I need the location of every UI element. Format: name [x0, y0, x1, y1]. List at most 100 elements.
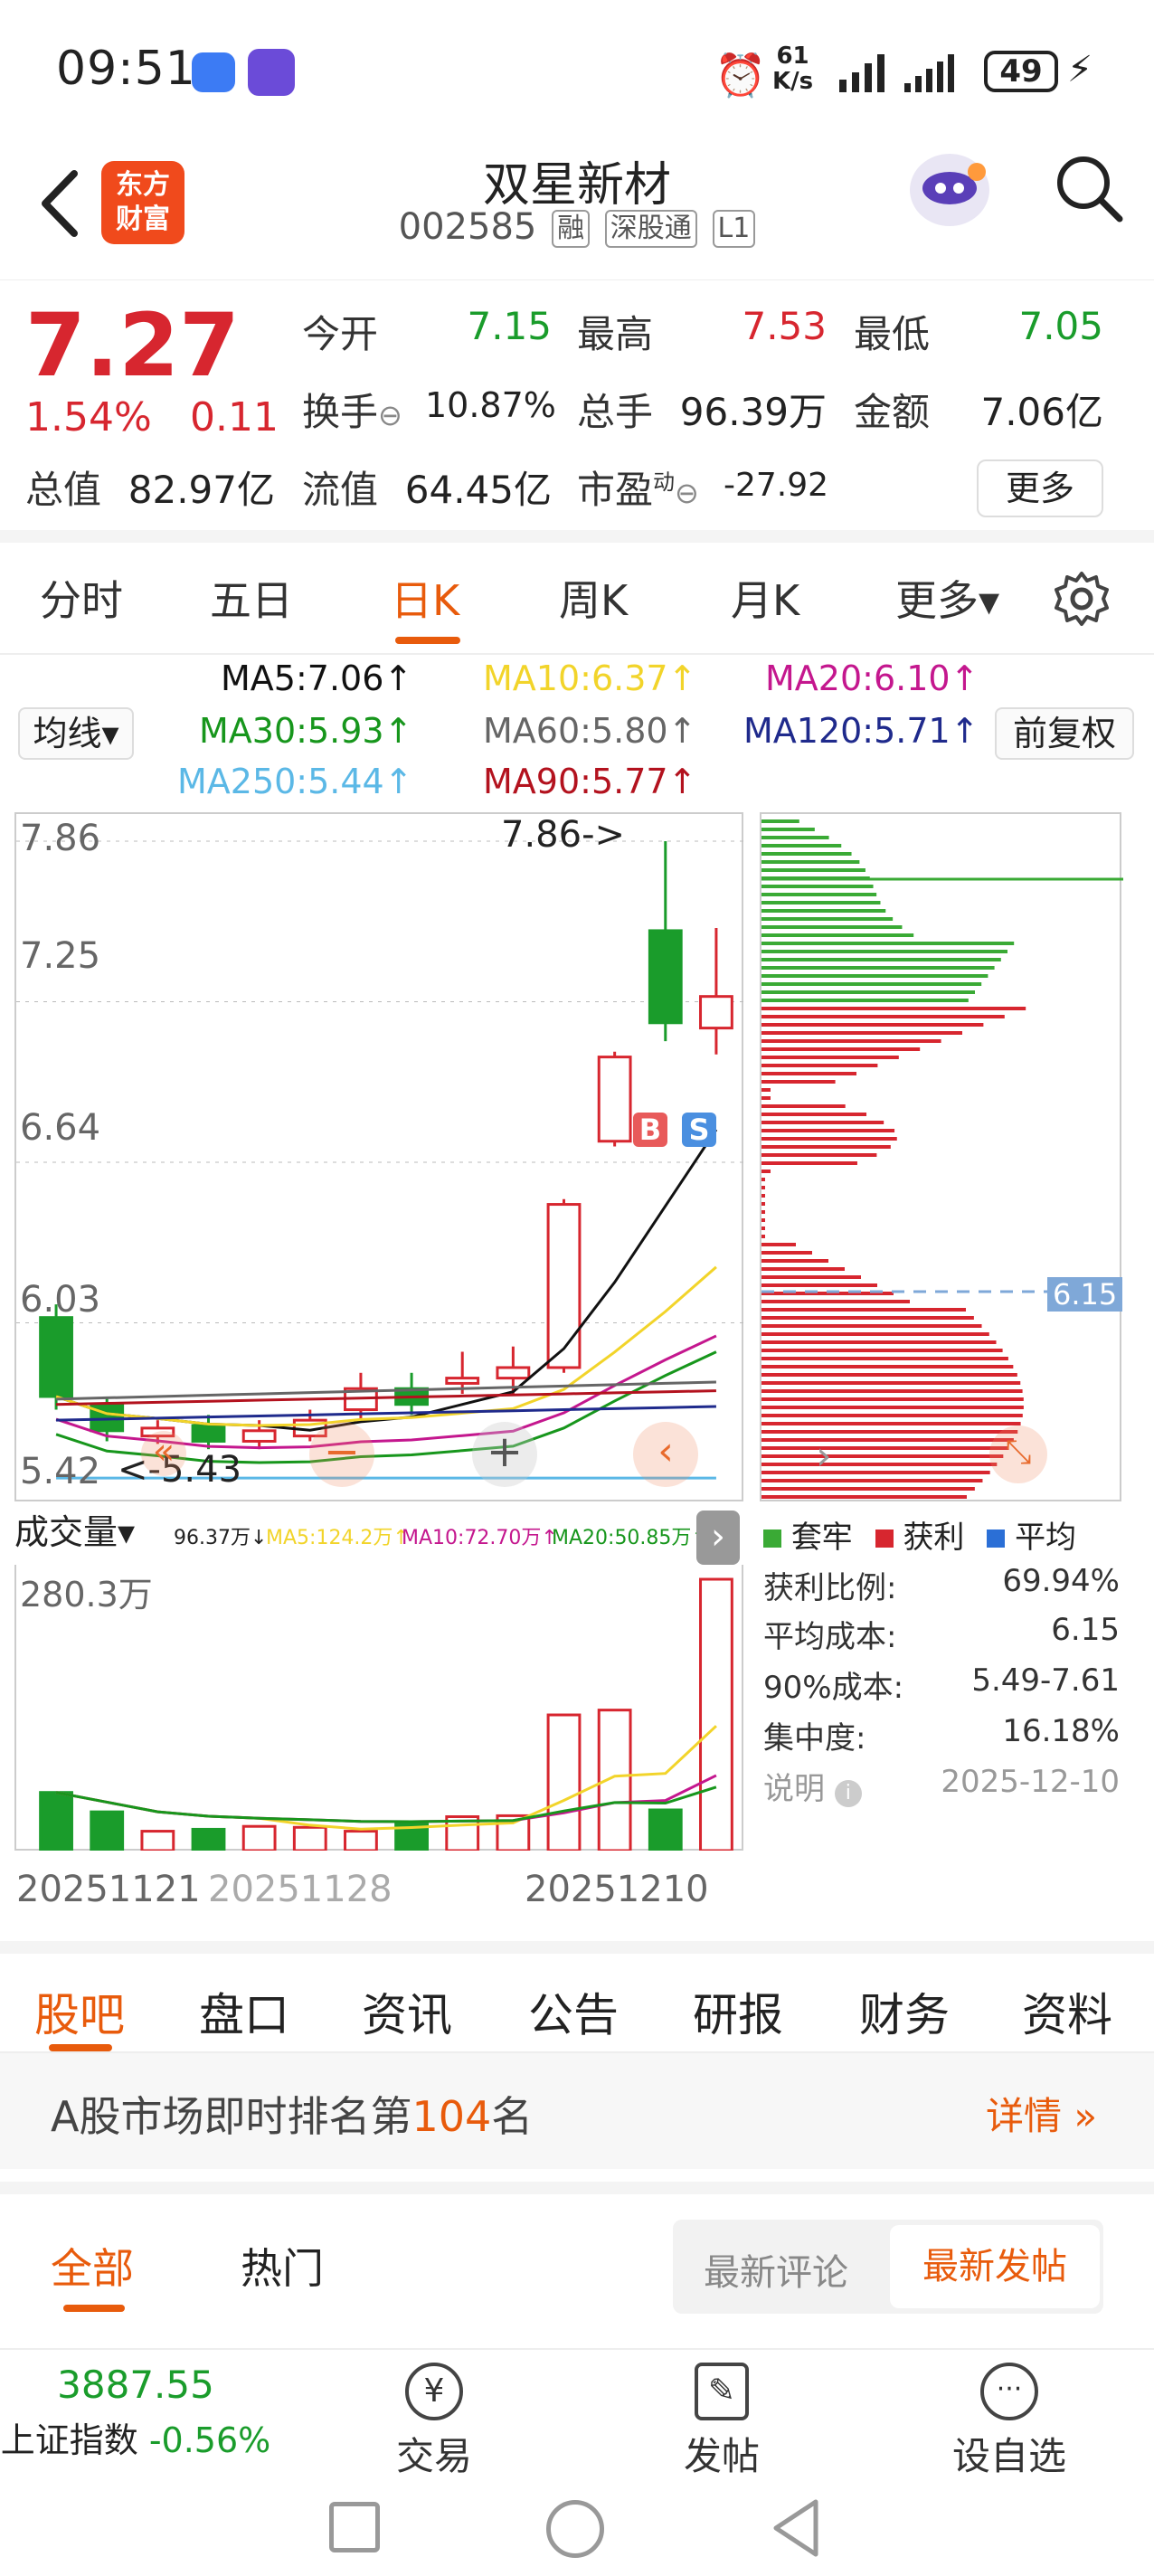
candle-body — [496, 1366, 531, 1380]
chip-bar — [761, 1113, 867, 1116]
chip-distribution[interactable]: 6.15 › ⤡ — [760, 812, 1123, 1501]
high-value: 7.53 — [742, 304, 827, 348]
sort-latest-post[interactable]: 最新发帖 — [890, 2225, 1100, 2308]
stock-code: 002585 — [398, 206, 537, 248]
expand-right-icon[interactable]: › — [816, 1433, 832, 1479]
zoom-out-icon[interactable]: − — [309, 1422, 374, 1487]
zoom-in-icon[interactable]: + — [472, 1422, 537, 1487]
chip-bar — [761, 958, 1001, 961]
price-tick-5: 5.42 — [20, 1451, 101, 1492]
date-tick-3: 20251210 — [525, 1869, 709, 1910]
chip-bar — [761, 1349, 1003, 1352]
more-button[interactable]: 更多 — [977, 459, 1103, 517]
volume-indicator-select[interactable]: 成交量▾ — [14, 1509, 166, 1559]
chip-bar — [761, 1316, 974, 1320]
edit-icon: ✎ — [695, 2363, 749, 2420]
chip-bar — [761, 982, 982, 986]
chip-bar — [761, 1137, 897, 1141]
tab-intraday[interactable]: 分时 — [40, 568, 123, 628]
home-icon[interactable] — [546, 2500, 604, 2558]
tab-five-day[interactable]: 五日 — [210, 568, 293, 628]
concentration-value: 16.18% — [1002, 1713, 1120, 1749]
robot-assistant-icon[interactable] — [904, 145, 995, 235]
turnover-value: 10.87% — [425, 385, 556, 425]
tab-forum[interactable]: 股吧 — [34, 1979, 125, 2044]
volume-ma20: MA20:50.85万↑ — [552, 1527, 708, 1549]
expand-indicators-icon[interactable]: › — [696, 1511, 740, 1565]
ma10-label: MA10:6.37↑ — [483, 658, 697, 698]
candle-body — [241, 1429, 277, 1443]
price-tick-4: 6.03 — [20, 1279, 101, 1321]
back-nav-icon[interactable] — [767, 2496, 825, 2560]
amount-label: 金额 — [854, 390, 931, 434]
chip-bar — [761, 1104, 846, 1108]
trade-button[interactable]: ¥ 交易 — [380, 2363, 488, 2481]
chip-bar — [761, 1267, 845, 1271]
explain-link[interactable]: 说明 i — [763, 1764, 862, 1808]
kline-svg — [16, 840, 745, 1480]
chip-bar — [761, 836, 829, 839]
period-tabs: 分时 五日 日K 周K 月K 更多▾ — [0, 543, 1154, 655]
chip-bar — [761, 1088, 771, 1092]
search-icon[interactable] — [1053, 152, 1125, 224]
tab-news[interactable]: 资讯 — [362, 1979, 452, 2044]
chip-bar — [761, 1194, 765, 1198]
add-watchlist-button[interactable]: ··· 设自选 — [946, 2363, 1073, 2481]
tab-weekly-k[interactable]: 周K — [559, 568, 628, 628]
chip-bar — [761, 1438, 1014, 1442]
filter-all[interactable]: 全部 — [51, 2236, 134, 2296]
chip-bar — [761, 852, 852, 856]
tab-announcements[interactable]: 公告 — [528, 1979, 619, 2044]
change-pct: 1.54% — [25, 394, 152, 440]
rank-banner[interactable]: A股市场即时排名第104名 详情 » — [0, 2053, 1154, 2169]
tag-level: L1 — [712, 210, 756, 248]
tab-financials[interactable]: 财务 — [859, 1979, 950, 2044]
pan-left-icon[interactable]: « — [141, 1431, 186, 1476]
volume-value: 96.39万 — [679, 390, 827, 434]
chip-bar — [761, 819, 799, 823]
chip-bar — [761, 1324, 982, 1328]
tab-monthly-k[interactable]: 月K — [731, 568, 799, 628]
sell-marker[interactable]: S — [682, 1113, 716, 1147]
volume-chart[interactable]: 280.3万 — [14, 1565, 743, 1852]
tab-more[interactable]: 更多▾ — [895, 568, 999, 628]
recents-icon[interactable] — [329, 2502, 380, 2552]
chip-bar — [761, 933, 914, 937]
chip-bar — [761, 990, 975, 994]
tab-profile[interactable]: 资料 — [1022, 1979, 1112, 2044]
tab-daily-k[interactable]: 日K — [391, 568, 459, 628]
buy-marker[interactable]: B — [633, 1113, 667, 1147]
current-price: 7.27 — [25, 295, 240, 396]
volume-ma10: MA10:72.70万↑ — [402, 1527, 558, 1549]
rank-text: A股市场即时排名第104名 — [51, 2092, 534, 2141]
chip-bar — [761, 1332, 989, 1336]
pe-label: 市盈动⊖ — [577, 468, 699, 512]
kline-chart[interactable]: 7.86 7.25 6.64 6.03 5.42 7.86-> <-5.43 B… — [14, 812, 745, 1501]
filter-hot[interactable]: 热门 — [241, 2236, 324, 2296]
tab-orderbook[interactable]: 盘口 — [199, 1979, 289, 2044]
sort-latest-comment[interactable]: 最新评论 — [704, 2243, 848, 2296]
chip-bar — [761, 966, 995, 970]
price-tick-3: 6.64 — [20, 1107, 101, 1149]
change-amount: 0.11 — [190, 394, 279, 440]
volume-bar — [39, 1791, 73, 1852]
chip-bar — [761, 1471, 990, 1474]
signal-icon-2 — [903, 52, 968, 92]
volume-bar — [241, 1824, 277, 1852]
chip-bar — [761, 1357, 1008, 1360]
rank-detail-link[interactable]: 详情 » — [986, 2086, 1097, 2141]
profit-ratio-label: 获利比例: — [763, 1570, 897, 1606]
candle-body — [648, 929, 683, 1025]
tab-research[interactable]: 研报 — [693, 1979, 783, 2044]
index-widget[interactable]: 3887.55 上证指数 -0.56% — [0, 2363, 271, 2462]
high-label: 最高 — [577, 312, 654, 356]
chip-bar — [761, 925, 903, 929]
indicator-select[interactable]: 均线▾ — [18, 707, 134, 760]
chip-bar — [761, 1064, 878, 1067]
settings-gear-icon[interactable] — [1053, 570, 1111, 628]
fullscreen-icon[interactable]: ⤡ — [989, 1425, 1047, 1483]
scroll-left-icon[interactable]: ‹ — [633, 1422, 698, 1487]
post-button[interactable]: ✎ 发帖 — [667, 2363, 776, 2481]
adjust-button[interactable]: 前复权 — [995, 707, 1134, 760]
chip-bar — [761, 1479, 983, 1482]
